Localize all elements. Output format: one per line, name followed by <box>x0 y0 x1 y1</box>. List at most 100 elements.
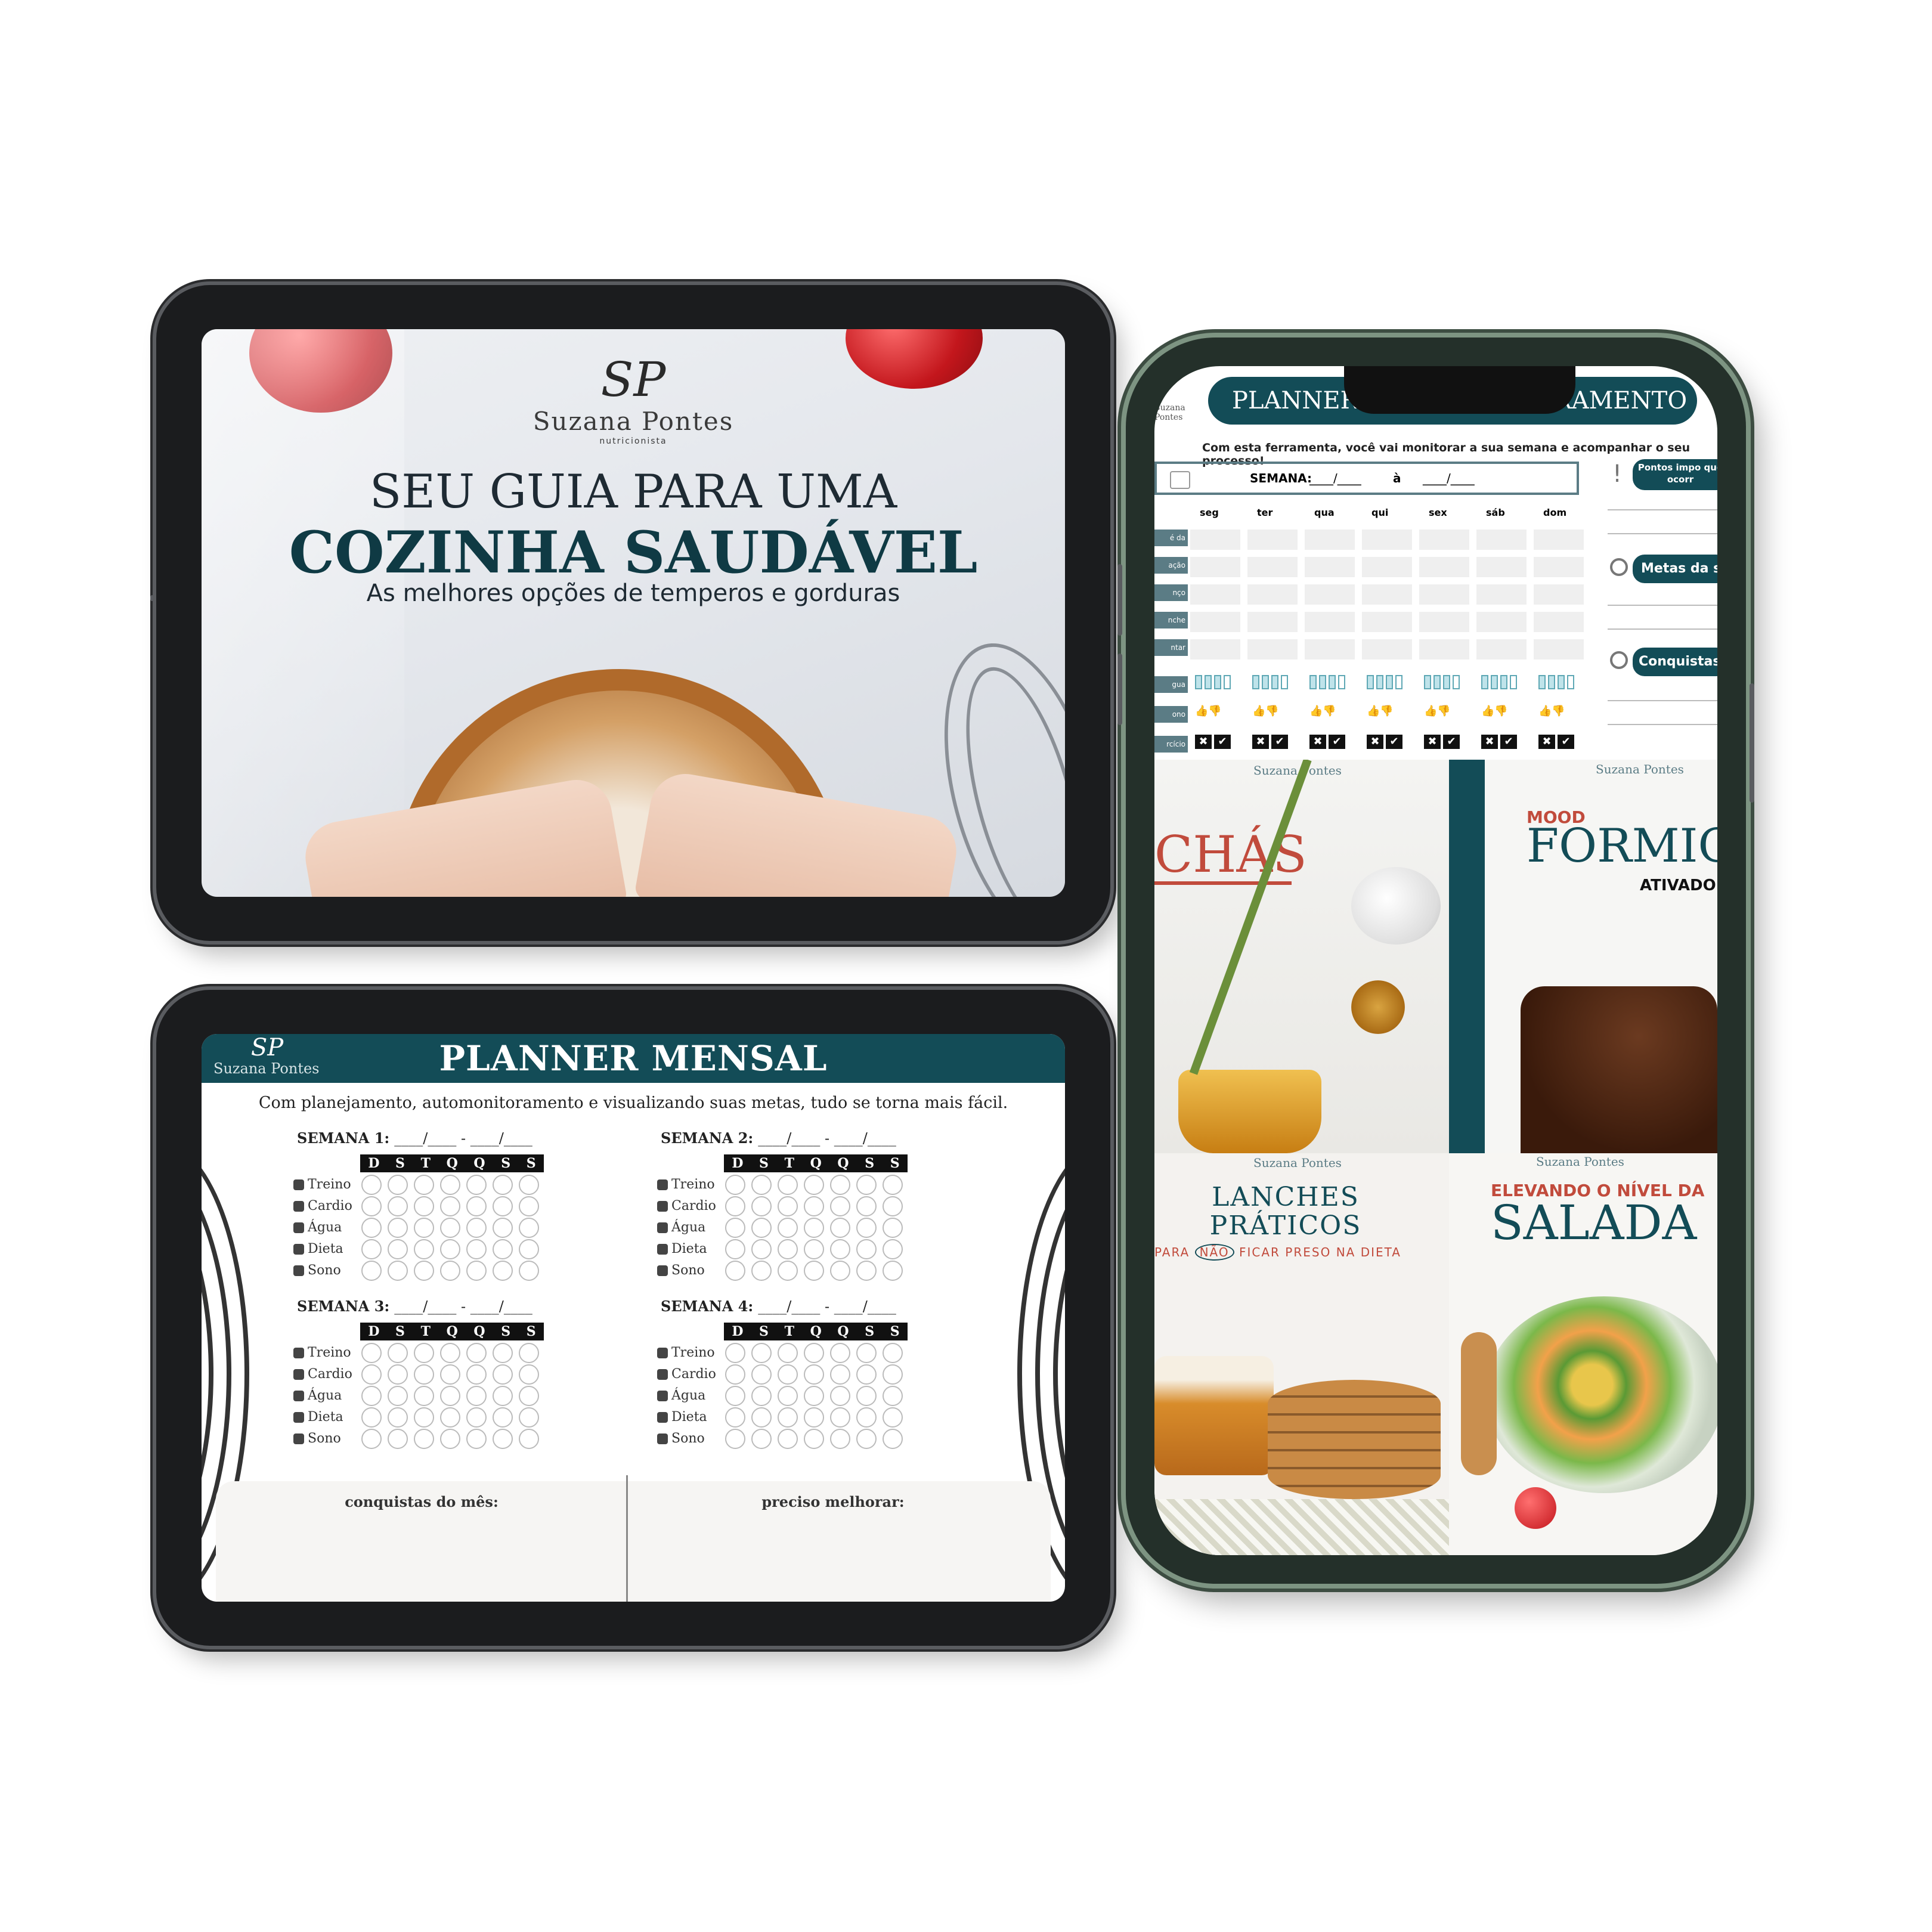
tracker-circle[interactable] <box>856 1407 877 1428</box>
tracker-circle[interactable] <box>751 1261 772 1281</box>
tracker-circle[interactable] <box>519 1429 539 1449</box>
tracker-circle[interactable] <box>388 1218 408 1238</box>
tracker-circle[interactable] <box>778 1386 798 1406</box>
tracker-circle[interactable] <box>751 1239 772 1259</box>
tracker-circle[interactable] <box>883 1386 903 1406</box>
tracker-circle[interactable] <box>804 1175 824 1195</box>
tracker-circle[interactable] <box>804 1386 824 1406</box>
meal-cell[interactable] <box>1247 612 1298 632</box>
meal-cell[interactable] <box>1534 639 1584 660</box>
meal-cell[interactable] <box>1305 557 1355 577</box>
tracker-circle[interactable] <box>414 1261 434 1281</box>
meal-cell[interactable] <box>1476 557 1527 577</box>
tracker-circle[interactable] <box>725 1239 745 1259</box>
tracker-circle[interactable] <box>830 1239 850 1259</box>
check-cross-icon[interactable]: ✖ ✔ <box>1424 735 1466 750</box>
tracker-circle[interactable] <box>466 1364 487 1385</box>
tracker-circle[interactable] <box>414 1364 434 1385</box>
meal-cell[interactable] <box>1247 584 1298 605</box>
tracker-circle[interactable] <box>440 1407 460 1428</box>
tracker-circle[interactable] <box>414 1196 434 1216</box>
meal-cell[interactable] <box>1419 530 1469 550</box>
tracker-circle[interactable] <box>804 1196 824 1216</box>
tracker-circle[interactable] <box>519 1364 539 1385</box>
meal-cell[interactable] <box>1247 557 1298 577</box>
water-glasses-icon[interactable] <box>1367 675 1408 691</box>
tracker-circle[interactable] <box>725 1429 745 1449</box>
tracker-circle[interactable] <box>466 1343 487 1363</box>
tracker-circle[interactable] <box>804 1407 824 1428</box>
tracker-circle[interactable] <box>778 1429 798 1449</box>
tracker-circle[interactable] <box>361 1175 382 1195</box>
tracker-circle[interactable] <box>856 1196 877 1216</box>
water-glasses-icon[interactable] <box>1195 675 1237 691</box>
tracker-circle[interactable] <box>493 1239 513 1259</box>
tracker-circle[interactable] <box>440 1364 460 1385</box>
tile-mood[interactable]: Suzana Pontes MOOD FORMIG ATIVADO <box>1449 760 1717 1153</box>
tracker-circle[interactable] <box>751 1196 772 1216</box>
water-glasses-icon[interactable] <box>1538 675 1580 691</box>
tracker-circle[interactable] <box>493 1386 513 1406</box>
meal-cell[interactable] <box>1362 557 1412 577</box>
tracker-circle[interactable] <box>519 1175 539 1195</box>
meal-cell[interactable] <box>1247 639 1298 660</box>
tracker-circle[interactable] <box>830 1218 850 1238</box>
tracker-circle[interactable] <box>519 1407 539 1428</box>
tracker-circle[interactable] <box>519 1343 539 1363</box>
tracker-circle[interactable] <box>493 1429 513 1449</box>
tracker-circle[interactable] <box>361 1196 382 1216</box>
tracker-circle[interactable] <box>751 1343 772 1363</box>
check-cross-icon[interactable]: ✖ ✔ <box>1195 735 1237 750</box>
week-date-blank[interactable]: ____/____ - ____/____ <box>758 1298 896 1315</box>
week-blank-2[interactable]: ____/____ <box>1423 471 1475 485</box>
thumbs-rating-icon[interactable]: 👍👎 <box>1481 705 1523 720</box>
tracker-circle[interactable] <box>804 1429 824 1449</box>
tracker-circle[interactable] <box>856 1429 877 1449</box>
tracker-circle[interactable] <box>519 1239 539 1259</box>
tracker-circle[interactable] <box>414 1386 434 1406</box>
tracker-circle[interactable] <box>388 1386 408 1406</box>
tracker-circle[interactable] <box>414 1343 434 1363</box>
tracker-circle[interactable] <box>830 1196 850 1216</box>
thumbs-rating-icon[interactable]: 👍👎 <box>1252 705 1294 720</box>
tracker-circle[interactable] <box>751 1429 772 1449</box>
tracker-circle[interactable] <box>883 1261 903 1281</box>
meal-cell[interactable] <box>1419 639 1469 660</box>
tracker-circle[interactable] <box>388 1239 408 1259</box>
tracker-circle[interactable] <box>778 1407 798 1428</box>
water-glasses-icon[interactable] <box>1481 675 1523 691</box>
meal-cell[interactable] <box>1190 584 1240 605</box>
tracker-circle[interactable] <box>856 1239 877 1259</box>
tracker-circle[interactable] <box>778 1364 798 1385</box>
water-glasses-icon[interactable] <box>1252 675 1294 691</box>
tracker-circle[interactable] <box>414 1407 434 1428</box>
tracker-circle[interactable] <box>856 1386 877 1406</box>
tracker-circle[interactable] <box>751 1364 772 1385</box>
meal-cell[interactable] <box>1534 584 1584 605</box>
meal-cell[interactable] <box>1476 612 1527 632</box>
tracker-circle[interactable] <box>388 1261 408 1281</box>
tracker-circle[interactable] <box>725 1196 745 1216</box>
tracker-circle[interactable] <box>883 1175 903 1195</box>
thumbs-rating-icon[interactable]: 👍👎 <box>1309 705 1351 720</box>
tile-chas[interactable]: Suzana Pontes CHÁS <box>1154 760 1449 1153</box>
tile-salada[interactable]: Suzana Pontes ELEVANDO O NÍVEL DA SALADA <box>1449 1153 1717 1555</box>
tracker-circle[interactable] <box>856 1218 877 1238</box>
tracker-circle[interactable] <box>414 1175 434 1195</box>
tracker-circle[interactable] <box>883 1218 903 1238</box>
tracker-circle[interactable] <box>519 1386 539 1406</box>
meal-cell[interactable] <box>1476 530 1527 550</box>
meal-cell[interactable] <box>1305 639 1355 660</box>
tracker-circle[interactable] <box>440 1261 460 1281</box>
tracker-circle[interactable] <box>388 1175 408 1195</box>
tracker-circle[interactable] <box>778 1239 798 1259</box>
check-cross-icon[interactable]: ✖ ✔ <box>1367 735 1408 750</box>
check-cross-icon[interactable]: ✖ ✔ <box>1309 735 1351 750</box>
meal-cell[interactable] <box>1247 530 1298 550</box>
meal-cell[interactable] <box>1305 530 1355 550</box>
tracker-circle[interactable] <box>830 1386 850 1406</box>
tracker-circle[interactable] <box>751 1175 772 1195</box>
tracker-circle[interactable] <box>414 1429 434 1449</box>
tracker-circle[interactable] <box>440 1175 460 1195</box>
tracker-circle[interactable] <box>830 1364 850 1385</box>
